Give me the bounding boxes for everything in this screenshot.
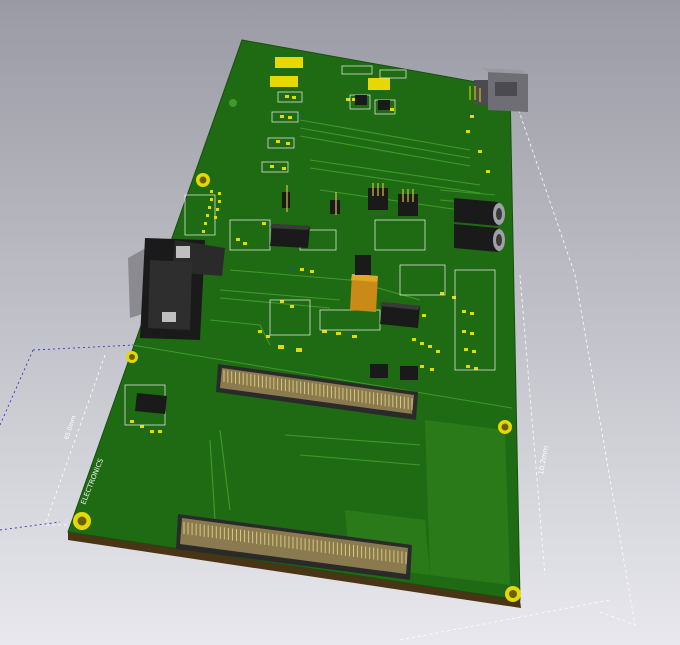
ic-chip-right[interactable] (380, 302, 420, 328)
tantalum-capacitor[interactable] (350, 274, 378, 312)
ic-chip-left[interactable] (135, 393, 167, 414)
pcb-3d-scene[interactable]: 10.2mm 65.0mm ELECTRONICS (0, 0, 680, 645)
ground-pour-right (425, 420, 510, 585)
audio-jack-top[interactable] (454, 198, 505, 226)
3d-viewer[interactable]: 10.2mm 65.0mm ELECTRONICS (0, 0, 680, 645)
audio-jack-bottom[interactable] (454, 224, 505, 252)
ic-chip-central[interactable] (270, 224, 310, 248)
